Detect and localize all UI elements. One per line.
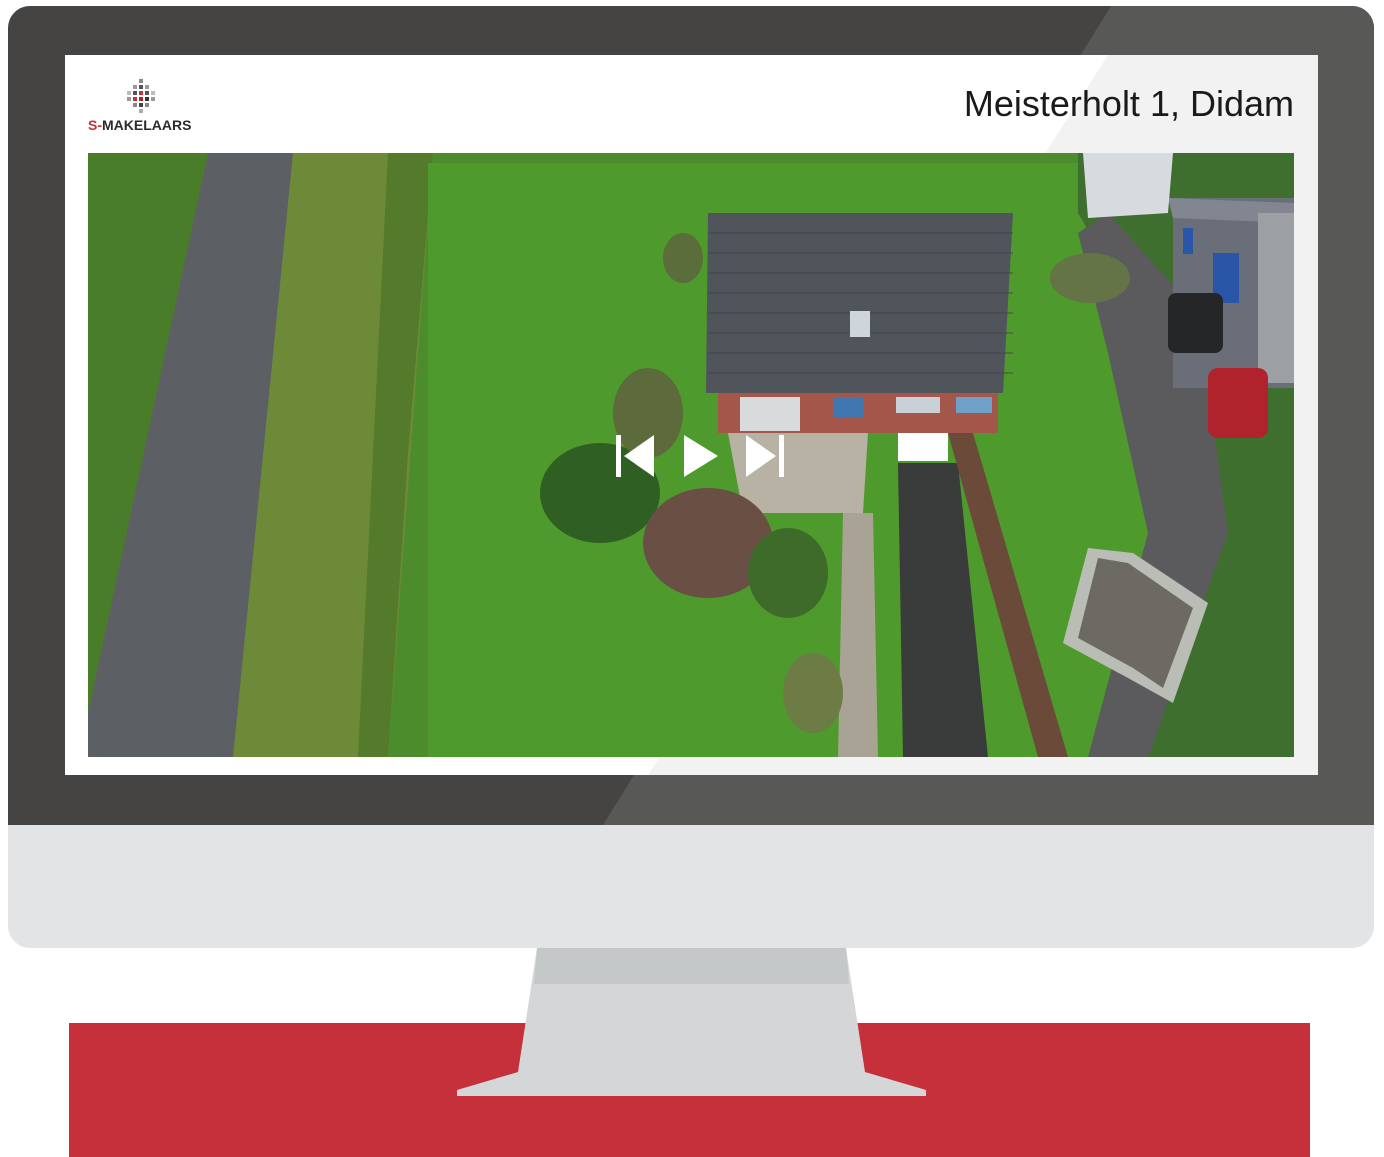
play-button[interactable]: [684, 433, 718, 479]
monitor-stand-shadow: [534, 948, 849, 984]
next-button[interactable]: [744, 433, 784, 479]
skip-back-icon: [616, 435, 654, 477]
player-controls: [616, 433, 786, 479]
logo-prefix: S-: [88, 117, 102, 133]
property-video[interactable]: [88, 153, 1294, 757]
listing-address: Meisterholt 1, Didam: [963, 83, 1294, 124]
logo-name: MAKELAARS: [102, 117, 192, 133]
logo-wordmark: S-MAKELAARS: [88, 117, 191, 133]
monitor-chin: [8, 825, 1374, 948]
logo-mark-icon: [127, 79, 155, 113]
play-icon: [684, 435, 718, 477]
monitor-screen: S-MAKELAARS Meisterholt 1, Didam: [65, 55, 1318, 775]
skip-forward-icon: [746, 435, 784, 477]
previous-button[interactable]: [616, 433, 656, 479]
s-makelaars-logo[interactable]: S-MAKELAARS: [88, 79, 198, 135]
